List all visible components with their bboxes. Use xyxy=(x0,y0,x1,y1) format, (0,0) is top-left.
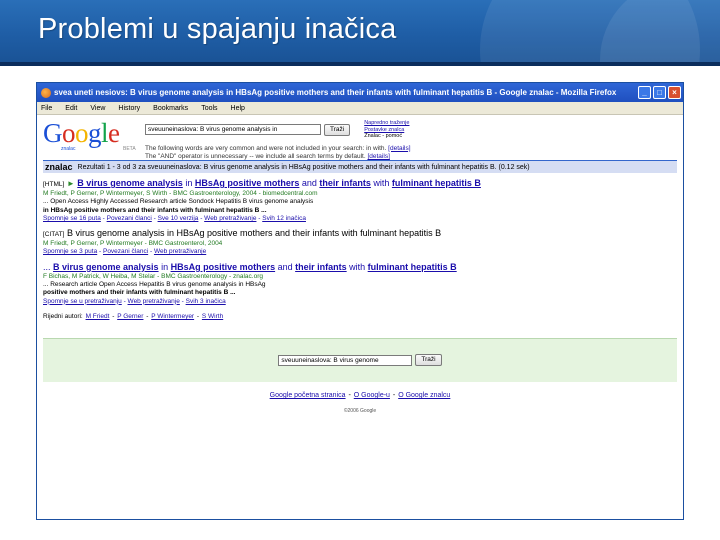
google-logo[interactable]: Google znalac BETA xyxy=(43,120,141,153)
result-title-link[interactable]: their infants xyxy=(319,178,371,188)
close-button[interactable]: × xyxy=(668,86,681,99)
cited-by-link[interactable]: Spomnje se u pretraživanju xyxy=(43,298,122,305)
web-search-link[interactable]: Web pretraživanje xyxy=(204,215,256,222)
author-link[interactable]: M Friedt xyxy=(86,313,110,320)
header-decoration xyxy=(600,0,720,62)
author-link[interactable]: P Gerner xyxy=(117,313,143,320)
result-title-link[interactable]: fulminant hepatitis B xyxy=(368,262,457,272)
menu-help[interactable]: Help xyxy=(231,105,245,112)
related-authors-label: Rijedni autori: xyxy=(43,312,83,320)
result-meta: M Friedt, P Gerner, P Wintermeyer, S Wir… xyxy=(43,190,318,197)
result-snippet: ... Research article Open Access Hepatit… xyxy=(43,281,266,289)
minimize-button[interactable]: _ xyxy=(638,86,651,99)
result-title-link[interactable]: B virus genome analysis xyxy=(53,262,159,272)
author-link[interactable]: S Wirth xyxy=(202,313,223,320)
menu-history[interactable]: History xyxy=(118,105,140,112)
related-link[interactable]: Povezani članci xyxy=(107,215,152,222)
page-content: Google znalac BETA sveuuneinaslova: B vi… xyxy=(37,115,683,414)
search-column: sveuuneinaslova: B virus genome analysis… xyxy=(141,120,677,162)
firefox-icon xyxy=(41,87,51,98)
bottom-search-input[interactable]: sveuuneinaslova: B virus genome xyxy=(278,354,413,366)
search-result: ... B virus genome analysis in HBsAg pos… xyxy=(43,262,677,306)
search-header: Google znalac BETA sveuuneinaslova: B vi… xyxy=(43,115,677,161)
menu-tools[interactable]: Tools xyxy=(201,105,217,112)
cited-by-link[interactable]: Spomnje se 3 puta xyxy=(43,248,97,255)
all-versions-link[interactable]: Svih 3 inačica xyxy=(186,298,226,305)
related-authors: Rijedni autori: M Friedt - P Gerner - P … xyxy=(43,312,224,320)
bottom-search-button[interactable]: Traži xyxy=(415,354,442,367)
footer-about-link[interactable]: O Google-u xyxy=(354,392,390,399)
result-title-link[interactable]: B virus genome analysis xyxy=(77,178,183,188)
details-link-1[interactable]: [details] xyxy=(388,145,410,152)
result-snippet: in HBsAg positive mothers and their infa… xyxy=(43,206,267,214)
author-link[interactable]: P Wintermeyer xyxy=(151,313,194,320)
result-title-link[interactable]: HBsAg positive mothers xyxy=(171,262,276,272)
menu-view[interactable]: View xyxy=(90,105,105,112)
cited-by-link[interactable]: Spomnje se 16 puta xyxy=(43,215,101,222)
logo-subtitle: znalac xyxy=(61,146,76,152)
result-snippet: ... Open Access Highly Accessed Research… xyxy=(43,198,314,206)
menu-bookmarks[interactable]: Bookmarks xyxy=(153,105,188,112)
footer-home-link[interactable]: Google početna stranica xyxy=(270,392,346,399)
result-title-link[interactable]: HBsAg positive mothers xyxy=(195,178,300,188)
arrow-icon: ► xyxy=(66,179,75,188)
details-link-2[interactable]: [details] xyxy=(367,153,389,160)
browser-window: svea uneti nesiovs: B virus genome analy… xyxy=(36,82,684,520)
web-search-link[interactable]: Web pretraživanje xyxy=(128,298,180,305)
search-result: [CITAT] B virus genome analysis in HBsAg… xyxy=(43,228,677,257)
result-links: Spomnje se 16 puta - Povezani članci - S… xyxy=(43,214,306,222)
logo-beta: BETA xyxy=(123,146,136,152)
result-type-tag: [CITAT] xyxy=(43,231,65,239)
search-button[interactable]: Traži xyxy=(324,123,351,136)
notice-2: The "AND" operator is unnecessary -- we … xyxy=(145,153,366,160)
menu-edit[interactable]: Edit xyxy=(65,105,77,112)
results-bar: znalac Rezultati 1 - 3 od 3 za sveuunein… xyxy=(43,160,677,173)
result-title-link[interactable]: fulminant hepatitis B xyxy=(392,178,481,188)
footer-scholar-link[interactable]: O Google znalcu xyxy=(398,392,450,399)
results-summary: Rezultati 1 - 3 od 3 za sveuuneinaslova:… xyxy=(77,163,530,171)
web-search-link[interactable]: Web pretraživanje xyxy=(154,248,206,255)
header-divider xyxy=(0,62,720,66)
menu-bar: File Edit View History Bookmarks Tools H… xyxy=(37,102,683,115)
search-notice: The following words are very common and … xyxy=(145,145,677,162)
result-title: B virus genome analysis in HBsAg positiv… xyxy=(66,228,442,239)
results-brand: znalac xyxy=(45,162,73,172)
preferences-link[interactable]: Postavke znalca xyxy=(364,127,404,133)
footer-links: Google početna stranica - O Google-u - O… xyxy=(269,391,451,399)
result-meta: F Bichas, M Patrick, W Heiba, M Stelar -… xyxy=(43,272,263,280)
search-input[interactable]: sveuuneinaslova: B virus genome analysis… xyxy=(145,124,321,136)
maximize-button[interactable]: □ xyxy=(653,86,666,99)
slide-header: Problemi u spajanju inačica xyxy=(0,0,720,62)
window-titlebar: svea uneti nesiovs: B virus genome analy… xyxy=(37,83,683,102)
copyright: ©2006 Google xyxy=(343,407,377,414)
window-title: svea uneti nesiovs: B virus genome analy… xyxy=(54,88,617,97)
result-type-tag: [HTML] xyxy=(43,181,65,188)
slide-title: Problemi u spajanju inačica xyxy=(38,13,397,45)
bottom-search-box: sveuuneinaslova: B virus genome Traži xyxy=(43,337,677,382)
result-meta: M Friedt, P Gerner, P Wintermeyer - BMC … xyxy=(43,240,223,248)
notice-1: The following words are very common and … xyxy=(145,144,387,152)
result-links: Spomnje se 3 puta - Povezani članci - We… xyxy=(43,248,207,256)
versions-link[interactable]: Sve 10 verzija xyxy=(158,215,199,222)
result-snippet: positive mothers and their infants with … xyxy=(43,289,236,297)
search-row: sveuuneinaslova: B virus genome analysis… xyxy=(145,120,677,140)
help-text: Znalac - pomoć xyxy=(364,133,403,139)
result-title-link[interactable]: their infants xyxy=(295,262,347,272)
search-side-links: Napredno traženje Postavke znalca Znalac… xyxy=(364,120,409,140)
related-link[interactable]: Povezani članci xyxy=(103,248,148,255)
result-links: Spomnje se u pretraživanju - Web pretraž… xyxy=(43,297,226,305)
all-versions-link[interactable]: Svih 12 inačica xyxy=(262,215,306,222)
menu-file[interactable]: File xyxy=(41,105,52,112)
search-result: [HTML] ► B virus genome analysis in HBsA… xyxy=(43,178,677,223)
advanced-search-link[interactable]: Napredno traženje xyxy=(364,120,409,126)
